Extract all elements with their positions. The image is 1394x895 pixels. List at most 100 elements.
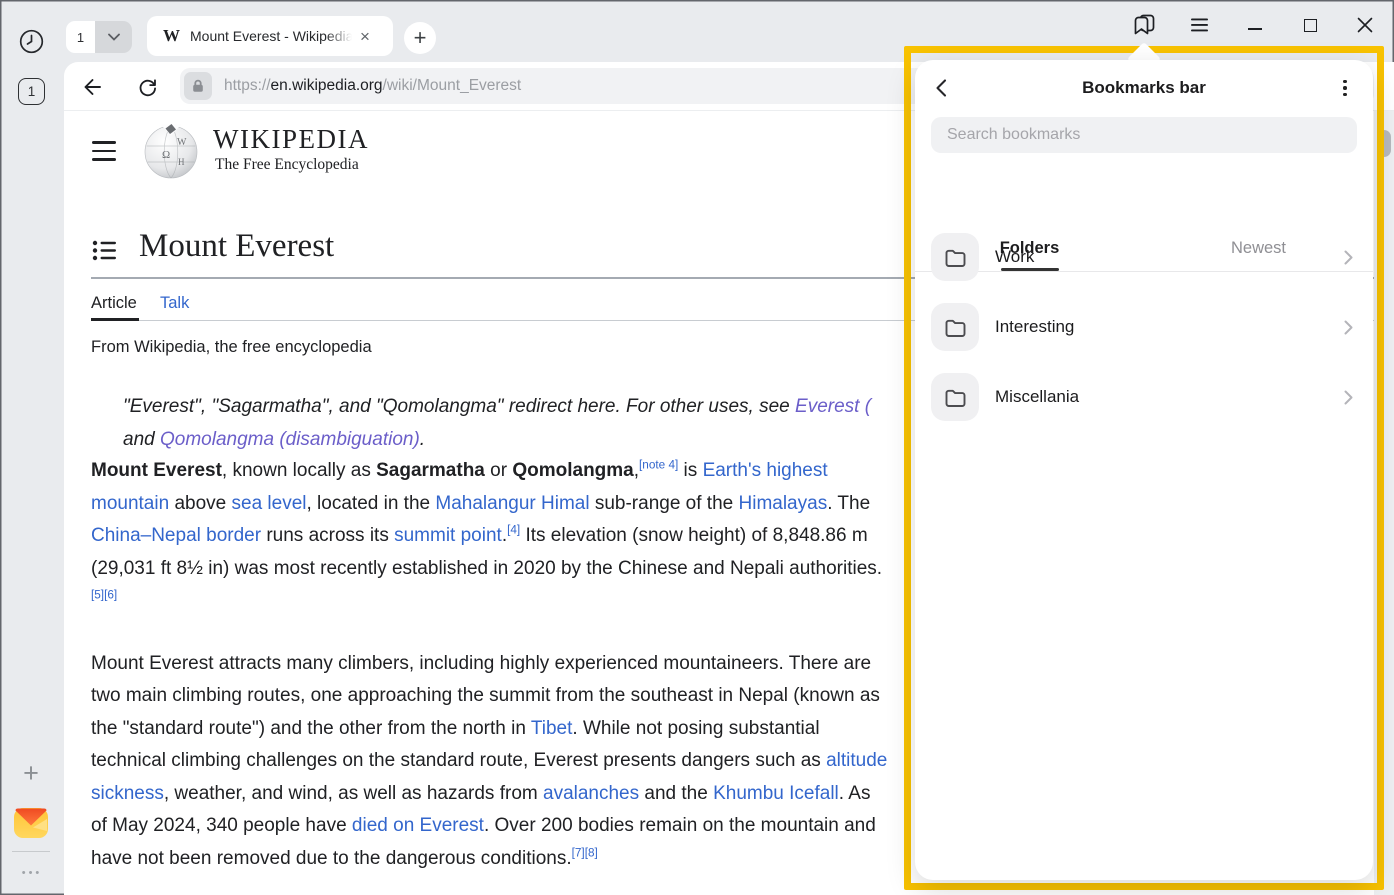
sidebar-add-button[interactable]: + — [17, 758, 45, 788]
text-run: or — [485, 460, 512, 481]
bold-text: Qomolangma — [512, 460, 633, 481]
article-link[interactable]: China–Nepal border — [91, 525, 261, 546]
url-scheme: https:// — [224, 77, 271, 94]
folder-row-interesting[interactable]: Interesting — [915, 292, 1373, 362]
tab-group-count: 1 — [66, 21, 95, 53]
wikipedia-wordmark: WIKIPEDIA — [213, 124, 369, 155]
article-link[interactable]: Tibet — [531, 718, 573, 739]
bookmarks-panel-button[interactable] — [1130, 11, 1158, 39]
tab-group[interactable]: 1 — [66, 21, 132, 53]
tab-talk[interactable]: Talk — [160, 294, 189, 313]
tab-group-chevron[interactable] — [95, 21, 132, 53]
kebab-icon — [1343, 93, 1347, 97]
wiki-menu-button[interactable] — [92, 141, 116, 161]
text-run: . The — [827, 493, 870, 514]
hamburger-icon — [1191, 18, 1208, 32]
close-button[interactable] — [1351, 11, 1379, 39]
svg-text:Ω: Ω — [162, 149, 170, 161]
folder-list: Work Interesting Miscellania — [915, 222, 1373, 432]
reference-link[interactable]: [note 4] — [639, 459, 678, 472]
panel-menu-button[interactable] — [1331, 74, 1359, 102]
url-path: /wiki/Mount_Everest — [383, 77, 522, 94]
article-link[interactable]: summit point — [394, 525, 502, 546]
maximize-icon — [1304, 19, 1317, 32]
chevron-right-icon — [1344, 390, 1353, 405]
reference-link[interactable]: [7][8] — [572, 846, 598, 859]
chevron-left-icon — [933, 78, 949, 98]
tab-article[interactable]: Article — [91, 294, 137, 313]
folder-label: Miscellania — [995, 387, 1344, 407]
panel-back-button[interactable] — [927, 74, 955, 102]
sidebar-more-button[interactable]: ••• — [14, 866, 50, 880]
history-icon[interactable] — [17, 27, 45, 55]
text-run: sub-range of the — [590, 493, 739, 514]
mail-app-icon[interactable] — [13, 805, 49, 841]
folder-row-miscellania[interactable]: Miscellania — [915, 362, 1373, 432]
article-link[interactable]: avalanches — [543, 783, 639, 804]
article-link[interactable]: Himalayas — [739, 493, 828, 514]
bookmarks-icon — [1131, 12, 1157, 38]
wiki-subtitle: From Wikipedia, the free encyclopedia — [91, 338, 372, 357]
folder-chip — [931, 373, 979, 421]
kebab-icon — [1343, 86, 1347, 90]
folder-chip — [931, 303, 979, 351]
text-run: , weather, and wind, as well as hazards … — [164, 783, 543, 804]
wikipedia-tagline: The Free Encyclopedia — [215, 156, 359, 174]
wikipedia-globe-logo[interactable]: Ω W H — [142, 122, 200, 180]
article-body: Mount Everest, known locally as Sagarmat… — [91, 455, 891, 895]
text-run: above — [169, 493, 231, 514]
toc-button[interactable] — [92, 239, 117, 262]
bookmarks-panel: Bookmarks bar Folders Newest Work — [915, 60, 1373, 880]
article-link[interactable]: died on Everest — [352, 815, 484, 836]
sidebar-divider — [12, 851, 50, 852]
text-run: is — [678, 460, 702, 481]
text-run: , known locally as — [222, 460, 376, 481]
article-link[interactable]: Mahalangur Himal — [435, 493, 589, 514]
article-link[interactable]: Khumbu Icefall — [713, 783, 839, 804]
article-link[interactable]: Everest ( — [795, 396, 871, 417]
article-tab-underline — [91, 318, 139, 321]
back-arrow-icon — [79, 75, 103, 99]
wikipedia-favicon: W — [163, 26, 180, 46]
article-link[interactable]: Qomolangma (disambiguation) — [160, 429, 420, 450]
page-title: Mount Everest — [139, 228, 334, 265]
reference-sup: [4] — [507, 524, 520, 537]
bookmarks-search-input[interactable] — [931, 117, 1357, 153]
reference-link[interactable]: [4] — [507, 524, 520, 537]
article-paragraph: Mount Everest attracts many climbers, in… — [91, 648, 891, 876]
reload-button[interactable] — [134, 74, 160, 100]
folder-chip — [931, 233, 979, 281]
article-paragraph: Mount Everest, known locally as Sagarmat… — [91, 455, 891, 618]
folder-icon — [943, 245, 968, 270]
bold-text: Mount Everest — [91, 460, 222, 481]
browser-menu-button[interactable] — [1185, 11, 1213, 39]
reload-icon — [136, 76, 159, 99]
sidebar-tab-count-label: 1 — [28, 84, 36, 99]
text-run: and — [123, 429, 160, 450]
text-run: , located in the — [307, 493, 436, 514]
text-run: and the — [639, 783, 713, 804]
minimize-button[interactable] — [1241, 11, 1269, 39]
active-tab[interactable]: W Mount Everest - Wikipedia × — [147, 16, 393, 56]
tab-title: Mount Everest - Wikipedia — [190, 28, 352, 44]
chevron-right-icon — [1344, 250, 1353, 265]
maximize-button[interactable] — [1296, 11, 1324, 39]
text-run: . — [420, 429, 425, 450]
chevron-right-icon — [1344, 320, 1353, 335]
reference-sup: [7][8] — [572, 846, 598, 859]
tab-close-icon[interactable]: × — [360, 28, 370, 45]
lock-chip[interactable] — [184, 72, 212, 100]
back-button[interactable] — [78, 74, 104, 100]
kebab-icon — [1343, 80, 1347, 84]
reference-link[interactable]: [5][6] — [91, 589, 117, 602]
sidebar-tab-count-badge[interactable]: 1 — [18, 78, 45, 105]
panel-title: Bookmarks bar — [915, 78, 1373, 98]
folder-row-work[interactable]: Work — [915, 222, 1373, 292]
browser-window: 1 + ••• 1 W Mount Everest - Wikipedia × … — [0, 0, 1394, 895]
svg-text:W: W — [177, 137, 187, 148]
new-tab-button[interactable]: + — [404, 22, 436, 54]
folder-icon — [943, 315, 968, 340]
folder-icon — [943, 385, 968, 410]
folder-label: Work — [995, 247, 1344, 267]
article-link[interactable]: sea level — [232, 493, 307, 514]
